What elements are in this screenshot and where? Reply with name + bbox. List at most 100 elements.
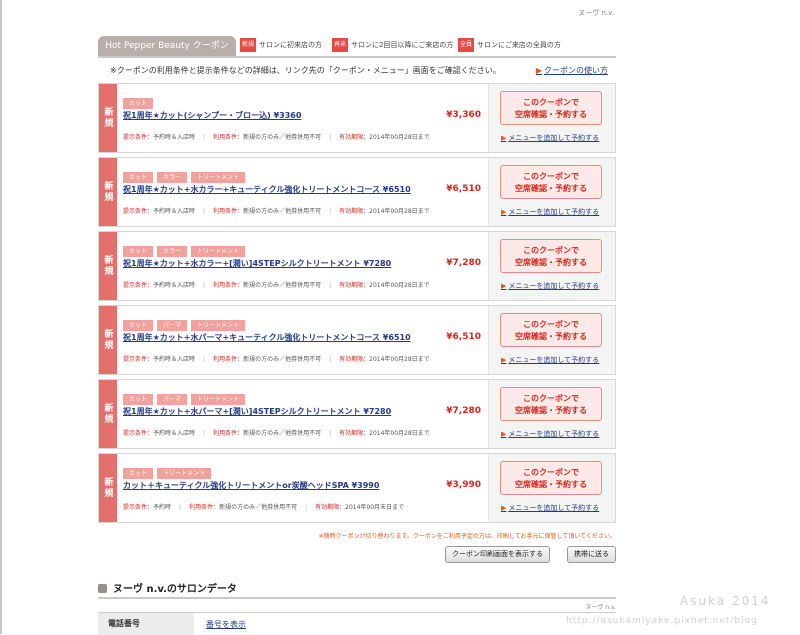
arrow-right-icon: ▶: [501, 356, 507, 364]
legend-badge: 新規: [240, 38, 256, 52]
coupon-card: 新規 カット 祝1周年★カット(シャンプー・ブロー込) ¥3360 ¥3,360 提示条…: [98, 83, 616, 153]
add-menu-link[interactable]: ▶ メニューを追加して予約する: [501, 355, 599, 365]
new-customer-badge: 新規: [99, 380, 117, 448]
salon-name-small: ヌーヴ n.v.: [585, 604, 616, 611]
reserve-with-coupon-button[interactable]: このクーポンで 空席確認・予約する: [500, 313, 602, 347]
present-condition: 予約時＆入店時: [153, 430, 196, 437]
coupon-conditions: 提示条件：予約時＆入店時 | 利用条件：新規の方のみ／他券併用不可 | 有効期限：201…: [123, 428, 430, 437]
expiry-label: 有効期限：: [339, 430, 370, 437]
use-condition-label: 利用条件：: [213, 282, 244, 289]
print-coupon-button[interactable]: クーポン印刷画面を表示する: [445, 546, 550, 563]
add-menu-link[interactable]: ▶ メニューを追加して予約する: [501, 429, 599, 439]
use-condition: 新規の方のみ／他券併用不可: [243, 430, 322, 437]
separator: |: [203, 282, 206, 289]
separator: |: [203, 356, 206, 363]
expiry-label: 有効期限：: [339, 282, 370, 289]
expiry-date: 2014年00月末日まで: [345, 504, 405, 511]
coupon-tag: カット: [123, 172, 154, 183]
coupon-tag: パーマ: [157, 394, 188, 405]
reserve-with-coupon-button[interactable]: このクーポンで 空席確認・予約する: [500, 461, 602, 495]
reserve-panel: このクーポンで 空席確認・予約する ▶ メニューを追加して予約する: [488, 454, 615, 522]
add-menu-link[interactable]: ▶ メニューを追加して予約する: [501, 503, 599, 513]
coupon-title-link[interactable]: 祝1周年★カット+水パーマ+キューティクル強化トリートメントコース ¥6510: [123, 332, 411, 343]
coupon-price: ¥6,510: [446, 332, 481, 342]
expiry-label: 有効期限：: [315, 504, 346, 511]
reserve-line: このクーポンで: [523, 468, 579, 477]
expiry-date: 2014年00月28日まで: [369, 208, 430, 215]
legend-return: 再来 サロンに2回目以降にご来店の方: [332, 38, 453, 52]
coupon-conditions: 提示条件：予約時＆入店時 | 利用条件：新規の方のみ／他券併用不可 | 有効期限：201…: [123, 280, 430, 289]
hot-pepper-tab: Hot Pepper Beauty クーポン: [98, 36, 236, 56]
show-phone-link[interactable]: 番号を表示: [206, 619, 246, 630]
reserve-panel: このクーポンで 空席確認・予約する ▶ メニューを追加して予約する: [488, 158, 615, 226]
coupon-tags: カット パーマ トリートメント: [123, 386, 249, 405]
coupon-tag: トリートメント: [157, 468, 212, 479]
add-menu-label: メニューを追加して予約する: [508, 282, 600, 290]
coupon-header: Hot Pepper Beauty クーポン 新規 サロンに初来店の方 再来 サロン…: [98, 34, 616, 58]
present-condition-label: 提示条件：: [123, 208, 154, 215]
coupon-howto-link[interactable]: ▶ クーポンの使い方: [536, 65, 608, 76]
page: ヌーヴ n.v. Hot Pepper Beauty クーポン 新規 サロンに初来…: [0, 0, 800, 635]
coupon-title-link[interactable]: カット＋キューティクル強化トリートメントor炭酸ヘッドSPA ¥3990: [123, 480, 379, 491]
separator: |: [329, 282, 332, 289]
send-to-mobile-button[interactable]: 携帯に送る: [567, 546, 616, 563]
present-condition: 予約時＆入店時: [153, 356, 196, 363]
add-menu-link[interactable]: ▶ メニューを追加して予約する: [501, 207, 599, 217]
reserve-line: 空席確認・予約する: [515, 332, 587, 341]
separator: |: [203, 430, 206, 437]
present-condition-label: 提示条件：: [123, 134, 154, 141]
separator: |: [329, 208, 332, 215]
howto-label: クーポンの使い方: [544, 66, 608, 75]
left-frame-edge: [0, 0, 2, 634]
arrow-right-icon: ▶: [501, 430, 507, 438]
use-condition-label: 利用条件：: [213, 208, 244, 215]
coupon-card: 新規 カット カラー トリートメント 祝1周年★カット+水カラー+[潤い]4STEPシル…: [98, 231, 616, 301]
reserve-line: 空席確認・予約する: [515, 480, 587, 489]
reserve-line: このクーポンで: [523, 172, 579, 181]
legend-text: サロンに初来店の方: [259, 41, 322, 49]
new-customer-badge: 新規: [99, 232, 117, 300]
coupon-tag: カラー: [157, 246, 188, 257]
coupon-title-link[interactable]: 祝1周年★カット+水カラー+キューティクル強化トリートメントコース ¥6510: [123, 184, 411, 195]
coupon-title-link[interactable]: 祝1周年★カット+水カラー+[潤い]4STEPシルクトリートメント ¥7280: [123, 258, 391, 269]
legend-new: 新規 サロンに初来店の方: [240, 38, 322, 52]
use-condition-label: 利用条件：: [213, 356, 244, 363]
separator: |: [329, 430, 332, 437]
reserve-with-coupon-button[interactable]: このクーポンで 空席確認・予約する: [500, 91, 602, 125]
coupon-tag: トリートメント: [191, 320, 246, 331]
coupon-tag: トリートメント: [191, 246, 246, 257]
coupon-warning: ※随時クーポンが切り替わります。クーポンをご利用予定の方は、印刷してお手元に保管…: [318, 533, 616, 540]
use-condition: 新規の方のみ／他券併用不可: [243, 356, 322, 363]
coupon-conditions: 提示条件：予約時＆入店時 | 利用条件：新規の方のみ／他券併用不可 | 有効期限：201…: [123, 354, 430, 363]
separator: |: [329, 356, 332, 363]
new-customer-badge: 新規: [99, 306, 117, 374]
phone-label: 電話番号: [98, 613, 194, 635]
coupon-tag: カット: [123, 394, 154, 405]
add-menu-label: メニューを追加して予約する: [508, 430, 600, 438]
coupon-card: 新規 カット パーマ トリートメント 祝1周年★カット+水パーマ+[潤い]4STEPシル…: [98, 379, 616, 449]
expiry-date: 2014年00月28日まで: [369, 282, 430, 289]
expiry-date: 2014年00月28日まで: [369, 430, 430, 437]
reserve-panel: このクーポンで 空席確認・予約する ▶ メニューを追加して予約する: [488, 306, 615, 374]
square-icon: [98, 584, 107, 593]
add-menu-link[interactable]: ▶ メニューを追加して予約する: [501, 281, 599, 291]
expiry-date: 2014年00月28日まで: [369, 134, 430, 141]
present-condition-label: 提示条件：: [123, 504, 154, 511]
reserve-with-coupon-button[interactable]: このクーポンで 空席確認・予約する: [500, 387, 602, 421]
coupon-tag: カット: [123, 246, 154, 257]
expiry-date: 2014年00月28日まで: [369, 356, 430, 363]
arrow-right-icon: ▶: [501, 208, 507, 216]
coupon-title-link[interactable]: 祝1周年★カット+水パーマ+[潤い]4STEPシルクトリートメント ¥7280: [123, 406, 391, 417]
add-menu-link[interactable]: ▶ メニューを追加して予約する: [501, 133, 599, 143]
new-customer-badge: 新規: [99, 454, 117, 522]
coupon-conditions: 提示条件：予約時 | 利用条件：新規の方のみ／他券併用不可 | 有効期限：2014年00…: [123, 502, 404, 511]
reserve-panel: このクーポンで 空席確認・予約する ▶ メニューを追加して予約する: [488, 84, 615, 152]
reserve-line: 空席確認・予約する: [515, 184, 587, 193]
add-menu-label: メニューを追加して予約する: [508, 134, 600, 142]
expiry-label: 有効期限：: [339, 208, 370, 215]
reserve-with-coupon-button[interactable]: このクーポンで 空席確認・予約する: [500, 165, 602, 199]
reserve-line: 空席確認・予約する: [515, 258, 587, 267]
reserve-with-coupon-button[interactable]: このクーポンで 空席確認・予約する: [500, 239, 602, 273]
legend-badge: 再来: [332, 38, 348, 52]
coupon-title-link[interactable]: 祝1周年★カット(シャンプー・ブロー込) ¥3360: [123, 110, 301, 121]
